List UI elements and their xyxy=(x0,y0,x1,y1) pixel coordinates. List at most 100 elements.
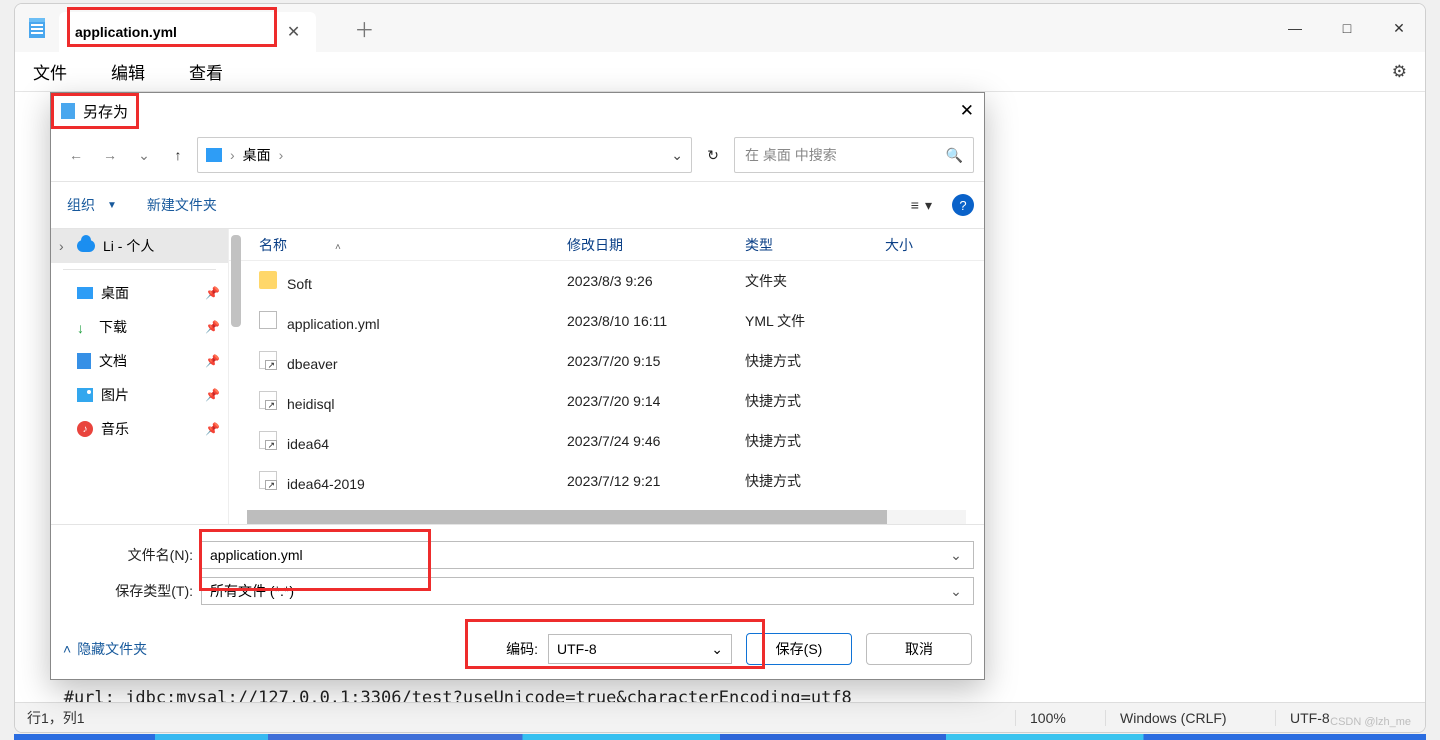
menu-edit[interactable]: 编辑 xyxy=(103,55,153,88)
pin-icon: 📌 xyxy=(205,320,220,334)
tab-title: application.yml xyxy=(75,24,177,40)
new-tab-button[interactable]: ＋ xyxy=(354,14,374,43)
short-icon xyxy=(259,351,277,369)
dialog-fields: 文件名(N): application.yml⌄ 保存类型(T): 所有文件 (… xyxy=(51,524,984,619)
search-input[interactable]: 在 桌面 中搜索 🔍 xyxy=(734,137,974,173)
close-button[interactable]: ✕ xyxy=(1373,8,1425,48)
encoding-label: 编码: xyxy=(506,639,538,659)
maximize-button[interactable]: □ xyxy=(1321,8,1373,48)
refresh-button[interactable]: ↻ xyxy=(696,137,730,173)
tree-label: Li - 个人 xyxy=(103,236,154,256)
menu-view[interactable]: 查看 xyxy=(181,55,231,88)
organize-button[interactable]: 组织 xyxy=(61,191,101,219)
file-icon xyxy=(259,311,277,329)
music-icon: ♪ xyxy=(77,421,93,437)
dialog-toolbar: 组织 ▼ 新建文件夹 ≡ ▾ ? xyxy=(51,181,984,229)
dialog-title: 另存为 xyxy=(83,101,128,122)
nav-up-button[interactable]: ↑ xyxy=(163,140,193,170)
dialog-close-button[interactable]: ✕ xyxy=(960,101,974,121)
file-list: 名称˄ 修改日期 类型 大小 Soft2023/8/3 9:26文件夹appli… xyxy=(229,229,984,524)
settings-gear-icon[interactable]: ⚙ xyxy=(1384,58,1415,86)
filetype-select[interactable]: 所有文件 (*.*)⌄ xyxy=(201,577,974,605)
short-icon xyxy=(259,391,277,409)
hscroll-track[interactable] xyxy=(247,510,966,524)
col-type[interactable]: 类型 xyxy=(745,235,885,255)
dialog-nav: ← → ⌄ ↑ › 桌面 › ⌄ ↻ 在 桌面 中搜索 🔍 xyxy=(51,129,984,181)
view-mode-button[interactable]: ≡ ▾ xyxy=(911,197,932,214)
statusbar: 行1，列1 100% Windows (CRLF) UTF-8 CSDN @lz… xyxy=(15,702,1425,732)
editor-line: #url: jdbc:mvsal://127.0.0.1:3306/test?u… xyxy=(33,688,1407,702)
menu-file[interactable]: 文件 xyxy=(25,55,75,88)
tree-pictures[interactable]: 图片📌 xyxy=(51,378,228,412)
encoding-select[interactable]: UTF-8⌄ xyxy=(548,634,732,664)
tab-close-icon[interactable]: ✕ xyxy=(287,22,300,42)
nav-back-button[interactable]: ← xyxy=(61,140,91,170)
tree-downloads[interactable]: ↓下载📌 xyxy=(51,310,228,344)
pictures-icon xyxy=(77,388,93,402)
breadcrumb-desktop[interactable]: 桌面 xyxy=(243,145,271,165)
minimize-button[interactable]: — xyxy=(1269,8,1321,48)
cancel-button[interactable]: 取消 xyxy=(866,633,972,665)
hide-folders-link[interactable]: ˄隐藏文件夹 xyxy=(63,639,147,659)
nav-tree: › Li - 个人 桌面📌 ↓下载📌 文档📌 图片📌 ♪音乐📌 xyxy=(51,229,229,524)
col-size[interactable]: 大小 xyxy=(885,235,945,255)
file-list-header: 名称˄ 修改日期 类型 大小 xyxy=(229,229,984,261)
dialog-titlebar: 另存为 ✕ xyxy=(51,93,984,129)
newfolder-button[interactable]: 新建文件夹 xyxy=(141,191,223,219)
tree-desktop[interactable]: 桌面📌 xyxy=(51,276,228,310)
file-row[interactable]: idea64-20192023/7/12 9:21快捷方式 xyxy=(229,461,984,501)
col-name[interactable]: 名称˄ xyxy=(259,235,567,255)
save-button[interactable]: 保存(S) xyxy=(746,633,852,665)
hscroll-thumb[interactable] xyxy=(247,510,887,524)
chevron-down-icon[interactable]: ⌄ xyxy=(711,641,723,658)
notepad-icon xyxy=(29,18,45,38)
file-tab[interactable]: application.yml ✕ xyxy=(59,12,316,52)
breadcrumb-sep2: › xyxy=(279,147,284,163)
breadcrumb-sep: › xyxy=(230,147,235,163)
sort-arrow-icon: ˄ xyxy=(335,242,341,253)
tree-documents[interactable]: 文档📌 xyxy=(51,344,228,378)
chevron-up-icon: ˄ xyxy=(63,641,71,657)
tree-music[interactable]: ♪音乐📌 xyxy=(51,412,228,446)
file-row[interactable]: Soft2023/8/3 9:26文件夹 xyxy=(229,261,984,301)
nav-recent-button[interactable]: ⌄ xyxy=(129,140,159,170)
tree-personal[interactable]: › Li - 个人 xyxy=(51,229,228,263)
file-row[interactable]: idea642023/7/24 9:46快捷方式 xyxy=(229,421,984,461)
saveas-dialog: 另存为 ✕ ← → ⌄ ↑ › 桌面 › ⌄ ↻ 在 桌面 中搜索 🔍 组织 xyxy=(50,92,985,680)
drive-icon xyxy=(206,148,222,162)
folder-icon xyxy=(259,271,277,289)
nav-forward-button[interactable]: → xyxy=(95,140,125,170)
organize-dropdown-icon[interactable]: ▼ xyxy=(107,200,117,211)
dialog-bottom: ˄隐藏文件夹 编码: UTF-8⌄ 保存(S) 取消 xyxy=(51,619,984,679)
dialog-icon xyxy=(61,103,75,119)
help-button[interactable]: ? xyxy=(952,194,974,216)
tree-divider xyxy=(63,269,216,270)
status-zoom: 100% xyxy=(1015,710,1105,726)
watermark: CSDN @lzh_me xyxy=(1330,716,1411,728)
view-list-icon: ≡ xyxy=(911,197,919,213)
caret-icon: › xyxy=(59,238,69,254)
col-date[interactable]: 修改日期 xyxy=(567,235,745,255)
pin-icon: 📌 xyxy=(205,388,220,402)
filetype-label: 保存类型(T): xyxy=(61,581,201,601)
vscroll-thumb[interactable] xyxy=(231,235,241,327)
pin-icon: 📌 xyxy=(205,422,220,436)
taskbar-strip xyxy=(14,734,1426,740)
short-icon xyxy=(259,431,277,449)
address-bar[interactable]: › 桌面 › ⌄ xyxy=(197,137,692,173)
pin-icon: 📌 xyxy=(205,354,220,368)
document-icon xyxy=(77,353,91,369)
status-eol: Windows (CRLF) xyxy=(1105,710,1275,726)
address-expand-icon[interactable]: ⌄ xyxy=(671,147,683,164)
short-icon xyxy=(259,471,277,489)
notepad-window: application.yml ✕ ＋ — □ ✕ 文件 编辑 查看 ⚙ #ur… xyxy=(14,3,1426,733)
pin-icon: 📌 xyxy=(205,286,220,300)
chevron-down-icon[interactable]: ⌄ xyxy=(947,583,965,600)
file-row[interactable]: application.yml2023/8/10 16:11YML 文件 xyxy=(229,301,984,341)
file-row[interactable]: heidisql2023/7/20 9:14快捷方式 xyxy=(229,381,984,421)
filename-input[interactable]: application.yml⌄ xyxy=(201,541,974,569)
file-row[interactable]: dbeaver2023/7/20 9:15快捷方式 xyxy=(229,341,984,381)
download-icon: ↓ xyxy=(77,320,91,334)
chevron-down-icon[interactable]: ⌄ xyxy=(947,547,965,564)
filename-label: 文件名(N): xyxy=(61,545,201,565)
